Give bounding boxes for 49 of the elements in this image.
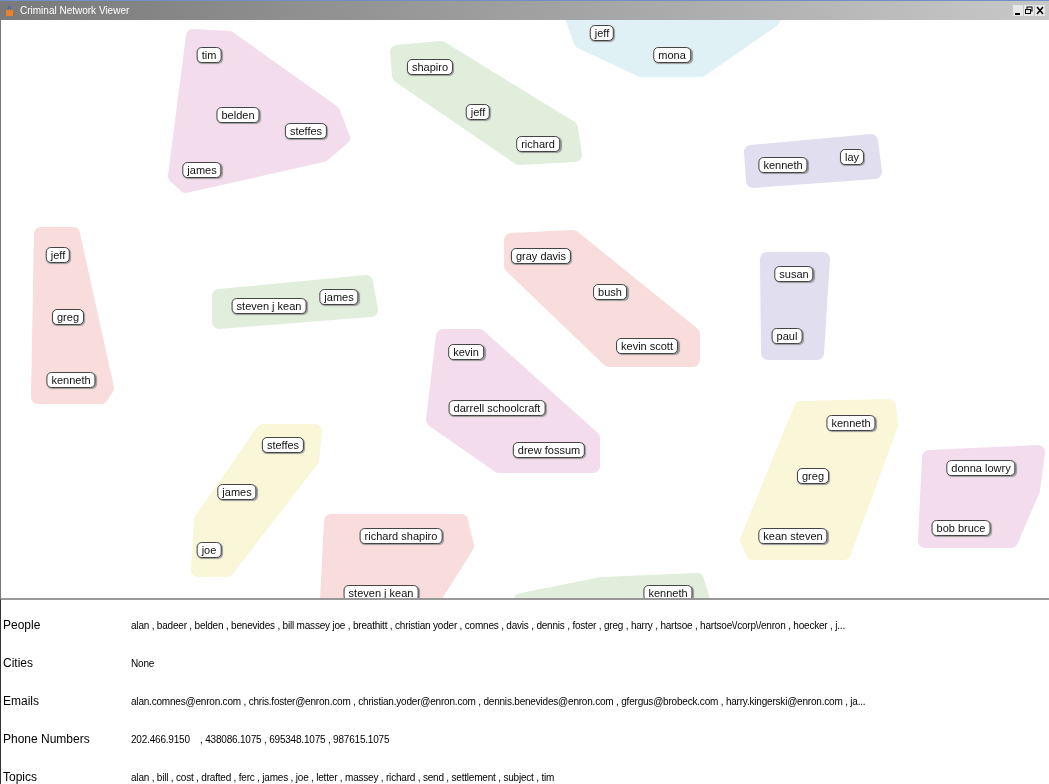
node-label[interactable]: kenneth (643, 585, 693, 598)
node-label[interactable]: shapiro (406, 59, 454, 75)
node-label[interactable]: paul (771, 328, 803, 344)
node-label[interactable]: kevin scott (616, 338, 678, 354)
node-label[interactable]: susan (774, 266, 814, 282)
field-label: Emails (2, 693, 40, 710)
node-label[interactable]: mona (653, 47, 691, 63)
node-label[interactable]: bob bruce (931, 520, 991, 536)
node-label[interactable]: gray davis (510, 248, 572, 264)
window-title: Criminal Network Viewer (20, 5, 130, 16)
node-label[interactable]: james (319, 289, 359, 305)
field-label: Cities (2, 655, 34, 672)
node-label[interactable]: james (217, 484, 257, 500)
field-label: People (2, 617, 42, 634)
restore-icon[interactable] (1024, 5, 1034, 16)
field-value: 202.466.9150 , 438086.1075 , 695348.1075 , 987615.1075 (131, 732, 390, 747)
node-label[interactable]: joe (196, 542, 222, 558)
node-label[interactable]: steffes (284, 123, 328, 139)
node-label[interactable]: kenneth (826, 415, 876, 431)
field-value: alan , badeer , belden , benevides , bill massey joe , breathitt , christian yoder , comnes , davis , dennis , foster , greg , harry , hartsoe , hartsoe\/corp\/enron , hoecker , j... (131, 618, 845, 633)
field-label: Topics (2, 769, 38, 784)
minimize-icon[interactable] (1013, 5, 1023, 16)
node-label[interactable]: jeff (45, 247, 71, 263)
node-label[interactable]: james (182, 162, 222, 178)
field-value: alan.comnes@enron.com , chris.foster@enron.com , christian.yoder@enron.com , dennis.benevides@enron.com , gfergus@brobeck.com , harry.kingerski@enron.com , ja... (131, 694, 866, 709)
node-label[interactable]: steven j kean (231, 298, 307, 314)
node-label[interactable]: jeff (465, 104, 491, 120)
node-label[interactable]: greg (797, 468, 829, 484)
close-icon[interactable] (1035, 5, 1045, 16)
node-label[interactable]: richard (516, 136, 560, 152)
node-label[interactable]: steffes (261, 437, 305, 453)
node-label[interactable]: kevin (448, 344, 484, 360)
node-label[interactable]: greg (52, 309, 84, 325)
node-label[interactable]: drew fossum (512, 442, 586, 458)
node-label[interactable]: tim (196, 47, 222, 63)
node-label[interactable]: lay (839, 149, 865, 165)
node-label[interactable]: kenneth (46, 372, 96, 388)
field-label: Phone Numbers (2, 731, 91, 748)
node-label[interactable]: jeff (589, 25, 615, 41)
node-label[interactable]: belden (216, 107, 260, 123)
node-label[interactable]: donna lowry (946, 460, 1016, 476)
node-label[interactable]: kenneth (758, 157, 808, 173)
node-label[interactable]: darrell schoolcraft (448, 400, 546, 416)
node-label[interactable]: richard shapiro (359, 528, 443, 544)
node-label[interactable]: kean steven (758, 528, 828, 544)
field-value: None (131, 656, 155, 671)
node-label[interactable]: bush (593, 284, 627, 300)
coffee-cup-icon (4, 4, 16, 17)
field-value: alan , bill , cost , drafted , ferc , james , joe , letter , massey , richard , send , settlement , subject , tim (131, 770, 555, 784)
